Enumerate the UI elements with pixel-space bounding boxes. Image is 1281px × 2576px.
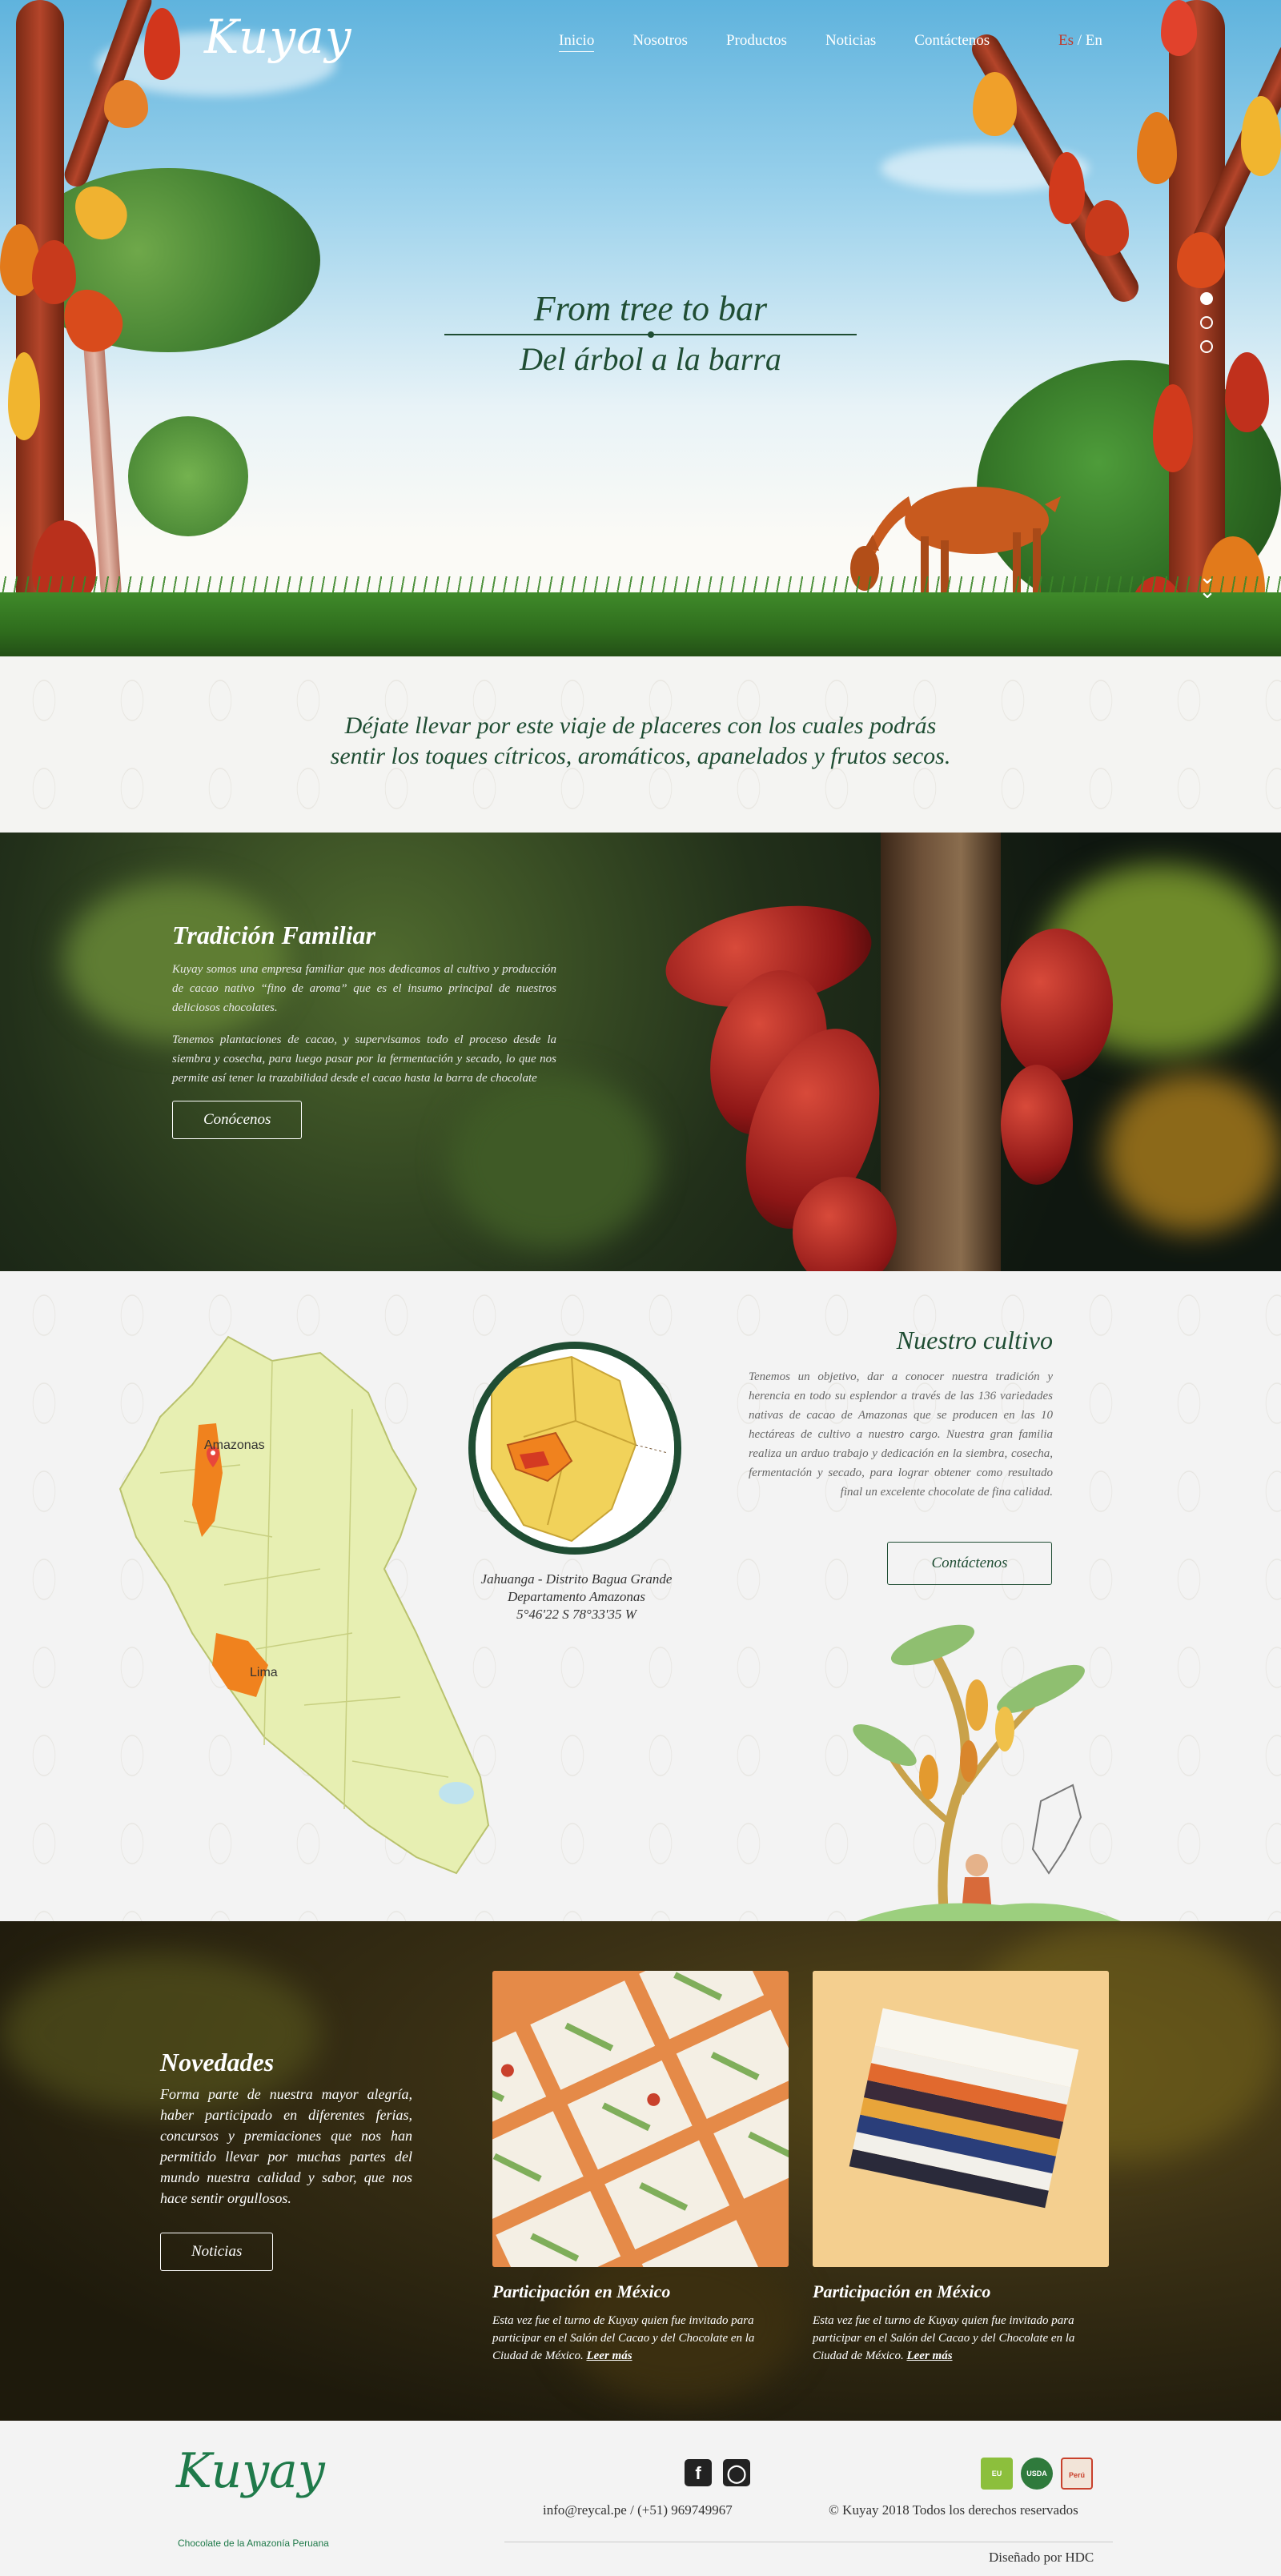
intro-line2: sentir los toques cítricos, aromáticos, … [330, 743, 951, 769]
language-switcher: Es / En [1058, 32, 1102, 50]
farmer-tree-illustration [853, 1624, 1121, 1921]
noticias-button[interactable]: Noticias [160, 2233, 274, 2271]
nav-item-noticias[interactable]: Noticias [825, 32, 876, 52]
read-more-link[interactable]: Leer más [906, 2349, 952, 2362]
slider-dot-1[interactable] [1200, 292, 1213, 305]
slider-dot-3[interactable] [1200, 340, 1213, 353]
tradicion-content: Tradición Familiar Kuyay somos una empre… [172, 921, 556, 1139]
cacao-trunk-photo [881, 833, 1001, 1271]
location-coordinates: 5°46'22 S 78°33'35 W [516, 1607, 636, 1622]
location-caption: Jahuanga - Distrito Bagua Grande Departa… [448, 1571, 705, 1623]
slider-dots [1200, 292, 1213, 364]
cultivo-text: Tenemos un objetivo, dar a conocer nuest… [749, 1370, 1053, 1499]
intro-line1: Déjate llevar por este viaje de placeres… [344, 712, 937, 739]
logo[interactable]: Kuyay [204, 10, 352, 64]
ground-illustration [0, 592, 1281, 656]
footer-contact: info@reycal.pe / (+51) 969749967 [543, 2502, 733, 2518]
copyright: © Kuyay 2018 Todos los derechos reservad… [829, 2502, 1078, 2518]
nav-item-productos[interactable]: Productos [726, 32, 787, 52]
news-card-title[interactable]: Participación en México [492, 2281, 789, 2302]
news-card-text: Esta vez fue el turno de Kuyay quien fue… [813, 2312, 1109, 2365]
news-card-text: Esta vez fue el turno de Kuyay quien fue… [492, 2312, 789, 2365]
contactenos-button[interactable]: Contáctenos [887, 1542, 1052, 1585]
news-card-title[interactable]: Participación en México [813, 2281, 1109, 2302]
eu-organic-badge-icon: EU [981, 2458, 1013, 2490]
cultivo-title: Nuestro cultivo [896, 1326, 1053, 1354]
instagram-icon[interactable]: ◯ [723, 2459, 750, 2486]
intro-text: Déjate llevar por este viaje de placeres… [240, 711, 1041, 772]
hero-divider [444, 331, 857, 338]
nav-item-nosotros[interactable]: Nosotros [632, 32, 688, 52]
lang-separator: / [1074, 32, 1086, 49]
read-more-link[interactable]: Leer más [586, 2349, 632, 2362]
certification-badges: EU USDA Perú [981, 2458, 1093, 2490]
location-detail-map [468, 1342, 681, 1555]
hero-banner: Kuyay Inicio Nosotros Productos Noticias… [0, 0, 1281, 656]
designed-by: Diseñado por HDC [989, 2550, 1094, 2565]
novedades-text: Forma parte de nuestra mayor alegría, ha… [160, 2086, 412, 2206]
novedades-content: Novedades Forma parte de nuestra mayor a… [160, 2048, 412, 2271]
social-links: f ◯ [685, 2459, 750, 2486]
footer-logo[interactable]: Kuyay [176, 2443, 325, 2499]
map-label-amazonas: Amazonas [204, 1438, 265, 1452]
conocenos-button[interactable]: Conócenos [172, 1101, 303, 1139]
peru-map: Amazonas Lima [118, 1335, 490, 1875]
nav-item-contactenos[interactable]: Contáctenos [914, 32, 990, 52]
nav-item-inicio[interactable]: Inicio [559, 32, 595, 52]
hero-title-line2: Del árbol a la barra [520, 341, 781, 377]
novedades-title: Novedades [160, 2048, 275, 2076]
news-card-image[interactable] [813, 1971, 1109, 2267]
main-menu: Inicio Nosotros Productos Noticias Contá… [559, 32, 990, 52]
location-line1: Jahuanga - Distrito Bagua Grande [480, 1571, 673, 1587]
hero-title: From tree to bar Del árbol a la barra [444, 288, 857, 378]
facebook-icon[interactable]: f [685, 2459, 712, 2486]
news-card[interactable]: Participación en México Esta vez fue el … [813, 1971, 1109, 2365]
footer-tagline: Chocolate de la Amazonía Peruana [178, 2538, 329, 2549]
tradicion-title: Tradición Familiar [172, 921, 375, 949]
tradicion-paragraph-1: Kuyay somos una empresa familiar que nos… [172, 963, 556, 1014]
news-card[interactable]: Participación en México Esta vez fue el … [492, 1971, 789, 2365]
slider-dot-2[interactable] [1200, 316, 1213, 329]
map-label-lima: Lima [250, 1666, 278, 1679]
usda-organic-badge-icon: USDA [1021, 2458, 1053, 2490]
peru-brand-badge-icon: Perú [1061, 2458, 1093, 2490]
location-line2: Departamento Amazonas [507, 1589, 646, 1604]
hero-title-line1: From tree to bar [533, 289, 768, 328]
news-card-image[interactable] [492, 1971, 789, 2267]
lang-en[interactable]: En [1086, 32, 1102, 49]
tradicion-paragraph-2: Tenemos plantaciones de cacao, y supervi… [172, 1033, 556, 1085]
lang-es[interactable]: Es [1058, 32, 1074, 49]
scroll-down-icon[interactable]: ⌄ ⌄ [1196, 567, 1219, 602]
top-nav: Kuyay Inicio Nosotros Productos Noticias… [0, 0, 1281, 88]
